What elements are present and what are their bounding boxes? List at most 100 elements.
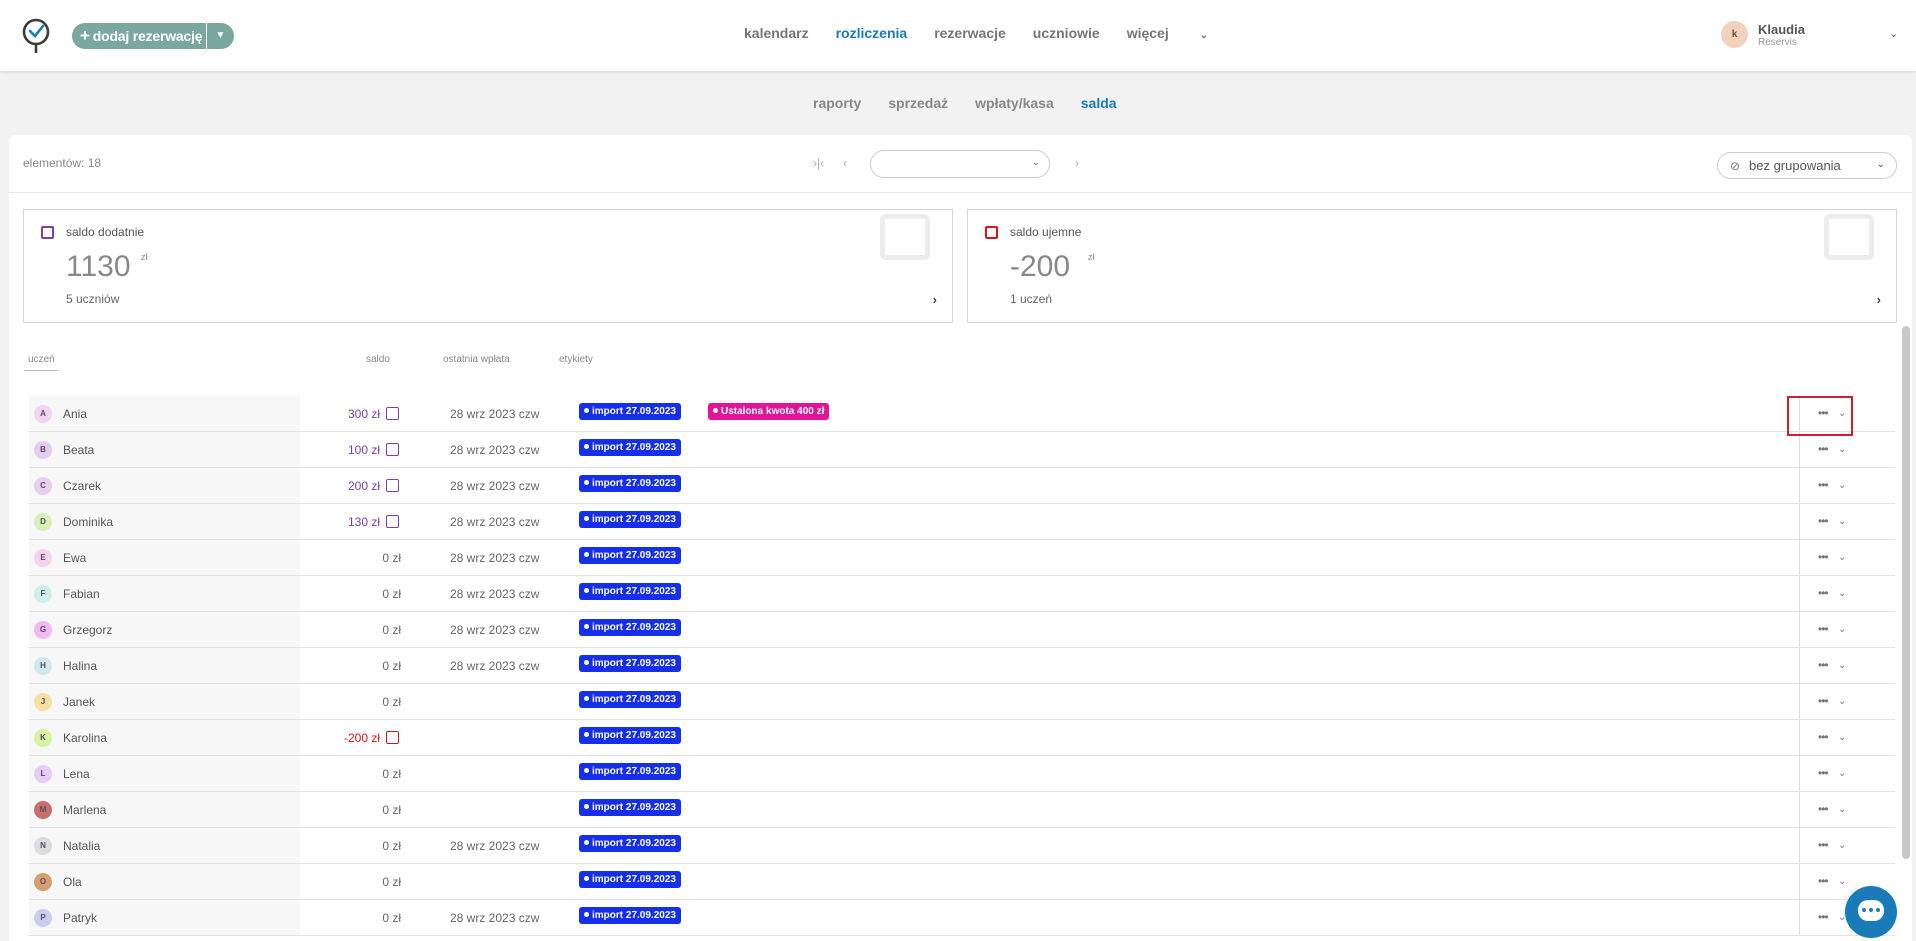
period-select[interactable]: ⌄ <box>870 150 1050 178</box>
label-tag[interactable]: import 27.09.2023 <box>579 691 681 708</box>
student-name[interactable]: Ewa <box>63 551 86 565</box>
nav-wiecej[interactable]: więcej ⌄ <box>1127 25 1235 41</box>
expand-chevron-icon[interactable]: ⌄ <box>1838 624 1846 635</box>
more-options-icon[interactable]: ••• <box>1818 766 1829 780</box>
label-tag[interactable]: import 27.09.2023 <box>579 871 681 888</box>
nav-rezerwacje[interactable]: rezerwacje <box>934 25 1006 41</box>
more-options-icon[interactable]: ••• <box>1818 478 1829 492</box>
tab-sprzedaz[interactable]: sprzedaż <box>888 95 948 111</box>
table-row[interactable]: N Natalia 0 zł 28 wrz 2023 czw import 27.09.… <box>29 828 1895 864</box>
grouping-select[interactable]: ⊘ bez grupowania ⌄ <box>1717 152 1897 179</box>
more-options-icon[interactable]: ••• <box>1818 874 1829 888</box>
label-tag[interactable]: import 27.09.2023 <box>579 583 681 600</box>
label-tag[interactable]: import 27.09.2023 <box>579 907 681 924</box>
table-row[interactable]: D Dominika 130 zł 28 wrz 2023 czw import 27.… <box>29 504 1895 540</box>
more-options-icon[interactable]: ••• <box>1818 910 1829 924</box>
tab-salda[interactable]: salda <box>1081 95 1117 111</box>
student-name[interactable]: Patryk <box>63 911 97 925</box>
student-name[interactable]: Lena <box>63 767 90 781</box>
table-row[interactable]: M Marlena 0 zł import 27.09.2023 ••• ⌄ <box>29 792 1895 828</box>
label-tag[interactable]: import 27.09.2023 <box>579 403 681 420</box>
student-name[interactable]: Marlena <box>63 803 106 817</box>
student-name[interactable]: Natalia <box>63 839 100 853</box>
table-row[interactable]: P Patryk 0 zł 28 wrz 2023 czw import 27.09.2… <box>29 900 1895 936</box>
expand-chevron-icon[interactable]: ⌄ <box>1838 804 1846 815</box>
student-name[interactable]: Janek <box>63 695 95 709</box>
student-name[interactable]: Fabian <box>63 587 100 601</box>
student-name[interactable]: Beata <box>63 443 94 457</box>
prev-page-icon[interactable]: ‹ <box>843 156 847 170</box>
chevron-right-icon[interactable]: › <box>1877 292 1881 307</box>
tab-raporty[interactable]: raporty <box>813 95 861 111</box>
student-name[interactable]: Czarek <box>63 479 101 493</box>
nav-kalendarz[interactable]: kalendarz <box>744 25 809 41</box>
chat-button[interactable] <box>1845 886 1897 938</box>
reservis-logo[interactable] <box>20 17 52 55</box>
label-tag[interactable]: import 27.09.2023 <box>579 727 681 744</box>
table-row[interactable]: E Ewa 0 zł 28 wrz 2023 czw import 27.09.2023… <box>29 540 1895 576</box>
table-row[interactable]: H Halina 0 zł 28 wrz 2023 czw import 27.09.2… <box>29 648 1895 684</box>
more-options-icon[interactable]: ••• <box>1818 658 1829 672</box>
expand-chevron-icon[interactable]: ⌄ <box>1838 588 1846 599</box>
more-options-icon[interactable]: ••• <box>1818 802 1829 816</box>
table-row[interactable]: F Fabian 0 zł 28 wrz 2023 czw import 27.09.2… <box>29 576 1895 612</box>
more-options-icon[interactable]: ••• <box>1818 586 1829 600</box>
label-tag[interactable]: import 27.09.2023 <box>579 619 681 636</box>
column-header-student[interactable]: uczeń <box>28 354 55 365</box>
table-row[interactable]: L Lena 0 zł import 27.09.2023 ••• ⌄ <box>29 756 1895 792</box>
table-row[interactable]: C Czarek 200 zł 28 wrz 2023 czw import 27.09… <box>29 468 1895 504</box>
first-page-icon[interactable]: ›|‹ <box>813 156 824 170</box>
more-options-icon[interactable]: ••• <box>1818 550 1829 564</box>
label-tag[interactable]: import 27.09.2023 <box>579 475 681 492</box>
student-name[interactable]: Karolina <box>63 731 107 745</box>
nav-rozliczenia[interactable]: rozliczenia <box>836 25 908 41</box>
label-tag[interactable]: import 27.09.2023 <box>579 763 681 780</box>
table-row[interactable]: J Janek 0 zł import 27.09.2023 ••• ⌄ <box>29 684 1895 720</box>
more-options-icon[interactable]: ••• <box>1818 694 1829 708</box>
column-header-last-payment[interactable]: ostatnia wpłata <box>443 354 510 365</box>
negative-balance-card[interactable]: saldo ujemne -200 zł 1 uczeń › <box>967 209 1897 323</box>
next-page-icon[interactable]: › <box>1075 156 1079 170</box>
table-row[interactable]: O Ola 0 zł import 27.09.2023 ••• ⌄ <box>29 864 1895 900</box>
positive-balance-card[interactable]: saldo dodatnie 1130 zł 5 uczniów › <box>23 209 953 323</box>
expand-chevron-icon[interactable]: ⌄ <box>1838 480 1846 491</box>
student-name[interactable]: Halina <box>63 659 97 673</box>
expand-chevron-icon[interactable]: ⌄ <box>1838 876 1846 887</box>
label-tag[interactable]: import 27.09.2023 <box>579 511 681 528</box>
nav-uczniowie[interactable]: uczniowie <box>1033 25 1100 41</box>
expand-chevron-icon[interactable]: ⌄ <box>1838 660 1846 671</box>
scrollbar[interactable] <box>1902 326 1910 859</box>
expand-chevron-icon[interactable]: ⌄ <box>1838 732 1846 743</box>
expand-chevron-icon[interactable]: ⌄ <box>1838 696 1846 707</box>
label-tag[interactable]: Ustalona kwota 400 zł <box>708 403 830 420</box>
chevron-right-icon[interactable]: › <box>933 292 937 307</box>
label-tag[interactable]: import 27.09.2023 <box>579 439 681 456</box>
student-name[interactable]: Grzegorz <box>63 623 112 637</box>
column-header-labels[interactable]: etykiety <box>559 354 593 365</box>
expand-chevron-icon[interactable]: ⌄ <box>1838 444 1846 455</box>
more-options-icon[interactable]: ••• <box>1818 514 1829 528</box>
table-row[interactable]: K Karolina -200 zł import 27.09.2023 ••• ⌄ <box>29 720 1895 756</box>
student-name[interactable]: Ania <box>63 407 87 421</box>
label-tag[interactable]: import 27.09.2023 <box>579 835 681 852</box>
expand-chevron-icon[interactable]: ⌄ <box>1838 768 1846 779</box>
student-name[interactable]: Dominika <box>63 515 113 529</box>
expand-chevron-icon[interactable]: ⌄ <box>1838 840 1846 851</box>
add-reservation-button[interactable]: + dodaj rezerwację <box>72 23 206 49</box>
more-options-icon[interactable]: ••• <box>1818 622 1829 636</box>
label-tag[interactable]: import 27.09.2023 <box>579 547 681 564</box>
student-name[interactable]: Ola <box>63 875 82 889</box>
tab-wplaty-kasa[interactable]: wpłaty/kasa <box>975 95 1054 111</box>
column-header-balance[interactable]: saldo <box>366 354 390 365</box>
expand-chevron-icon[interactable]: ⌄ <box>1838 552 1846 563</box>
expand-chevron-icon[interactable]: ⌄ <box>1838 516 1846 527</box>
add-reservation-dropdown[interactable]: ▼ <box>207 23 234 49</box>
table-row[interactable]: A Ania 300 zł 28 wrz 2023 czw import 27.09.2… <box>29 396 1895 432</box>
label-tag[interactable]: import 27.09.2023 <box>579 655 681 672</box>
more-options-icon[interactable]: ••• <box>1818 442 1829 456</box>
more-options-icon[interactable]: ••• <box>1818 730 1829 744</box>
more-options-icon[interactable]: ••• <box>1818 838 1829 852</box>
table-row[interactable]: B Beata 100 zł 28 wrz 2023 czw import 27.09.… <box>29 432 1895 468</box>
table-row[interactable]: G Grzegorz 0 zł 28 wrz 2023 czw import 27.09… <box>29 612 1895 648</box>
label-tag[interactable]: import 27.09.2023 <box>579 799 681 816</box>
